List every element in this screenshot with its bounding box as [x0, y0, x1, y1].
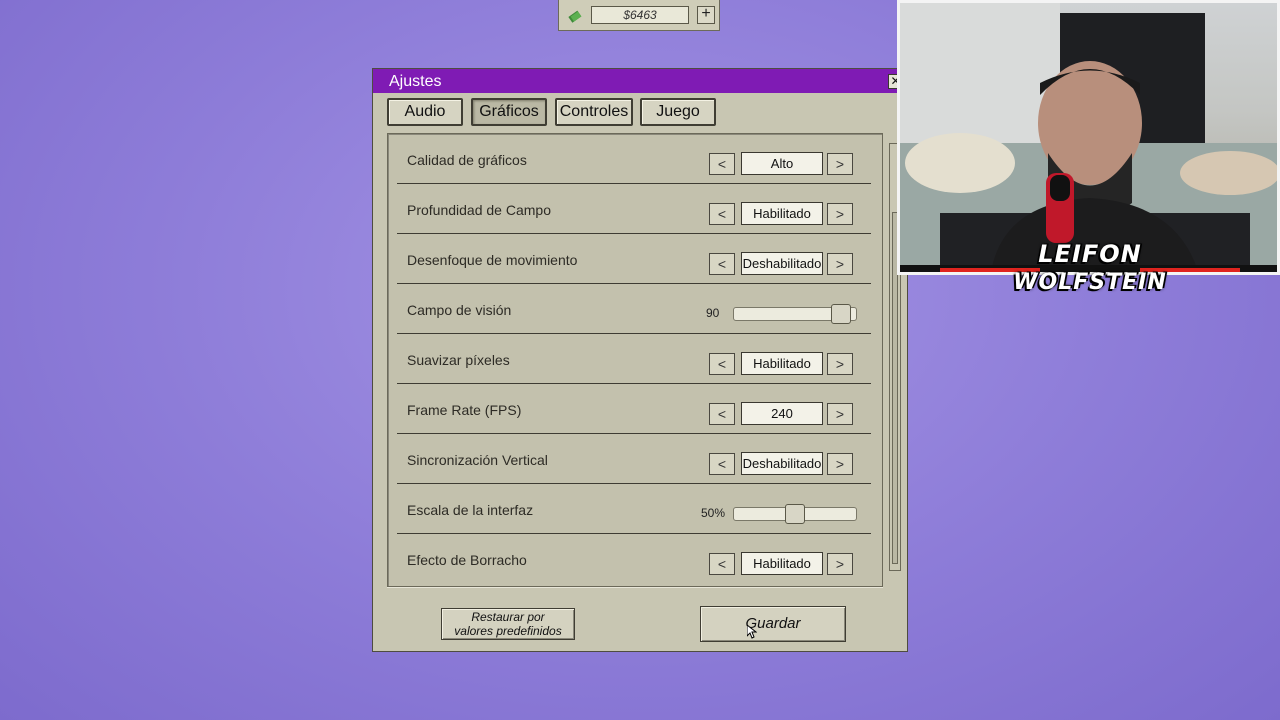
setting-row-escala-interfaz: Escala de la interfaz 50% — [397, 485, 871, 534]
prev-option-button[interactable]: < — [709, 403, 735, 425]
logo-text-bottom: WOLFSTEIN — [1013, 270, 1167, 295]
setting-value: Habilitado — [741, 352, 823, 375]
slider-handle[interactable] — [785, 504, 805, 524]
prev-option-button[interactable]: < — [709, 353, 735, 375]
setting-value: 240 — [741, 402, 823, 425]
row-divider — [397, 233, 871, 234]
window-title: Ajustes — [389, 73, 442, 90]
setting-label: Sincronización Vertical — [407, 452, 548, 468]
next-option-button[interactable]: > — [827, 553, 853, 575]
restore-defaults-button[interactable]: Restaurar por valores predefinidos — [441, 608, 575, 640]
prev-option-button[interactable]: < — [709, 553, 735, 575]
webcam-scene — [900, 3, 1277, 272]
prev-option-button[interactable]: < — [709, 453, 735, 475]
setting-row-efecto-borracho: Efecto de Borracho < Habilitado > — [397, 535, 871, 584]
fov-slider[interactable] — [733, 304, 857, 324]
logo-text-top: LEIFON — [1038, 240, 1142, 268]
row-divider — [397, 283, 871, 284]
setting-label: Escala de la interfaz — [407, 502, 534, 518]
prev-option-button[interactable]: < — [709, 203, 735, 225]
setting-row-calidad-graficos: Calidad de gráficos < Alto > — [397, 135, 871, 184]
setting-label: Efecto de Borracho — [407, 552, 527, 568]
webcam-feed — [897, 0, 1280, 275]
next-option-button[interactable]: > — [827, 203, 853, 225]
row-divider — [397, 333, 871, 334]
setting-label: Campo de visión — [407, 302, 512, 318]
setting-row-desenfoque-movimiento: Desenfoque de movimiento < Deshabilitado… — [397, 235, 871, 284]
streamer-logo: LEIFON WOLFSTEIN — [1010, 240, 1170, 310]
setting-label: Frame Rate (FPS) — [407, 402, 522, 418]
settings-window: Ajustes ✕ Audio Gráficos Controles Juego… — [372, 68, 908, 652]
setting-value: Habilitado — [741, 202, 823, 225]
next-option-button[interactable]: > — [827, 153, 853, 175]
slider-handle[interactable] — [831, 304, 851, 324]
setting-label: Profundidad de Campo — [407, 202, 551, 218]
tab-graficos[interactable]: Gráficos — [471, 98, 547, 126]
restore-defaults-line2: valores predefinidos — [454, 624, 562, 638]
cash-icon — [568, 10, 582, 23]
row-divider — [397, 433, 871, 434]
setting-row-frame-rate: Frame Rate (FPS) < 240 > — [397, 385, 871, 434]
setting-row-suavizar-pixeles: Suavizar píxeles < Habilitado > — [397, 335, 871, 384]
money-display: $6463 + — [558, 0, 720, 31]
setting-row-profundidad-campo: Profundidad de Campo < Habilitado > — [397, 185, 871, 234]
restore-defaults-line1: Restaurar por — [471, 610, 545, 624]
money-amount: $6463 — [591, 6, 689, 24]
tab-audio[interactable]: Audio — [387, 98, 463, 126]
setting-value: Alto — [741, 152, 823, 175]
row-divider — [397, 483, 871, 484]
setting-value: Deshabilitado — [741, 252, 823, 275]
next-option-button[interactable]: > — [827, 453, 853, 475]
row-divider — [397, 183, 871, 184]
add-money-button[interactable]: + — [697, 6, 715, 24]
slider-value: 50% — [701, 506, 726, 520]
tab-controles[interactable]: Controles — [555, 98, 633, 126]
setting-row-campo-vision: Campo de visión 90 — [397, 285, 871, 334]
next-option-button[interactable]: > — [827, 253, 853, 275]
prev-option-button[interactable]: < — [709, 253, 735, 275]
row-divider — [397, 533, 871, 534]
prev-option-button[interactable]: < — [709, 153, 735, 175]
setting-value: Deshabilitado — [741, 452, 823, 475]
next-option-button[interactable]: > — [827, 403, 853, 425]
tab-juego[interactable]: Juego — [640, 98, 716, 126]
setting-label: Suavizar píxeles — [407, 352, 510, 368]
setting-value: Habilitado — [741, 552, 823, 575]
mouse-cursor-icon — [747, 625, 757, 639]
setting-row-sincronizacion-vertical: Sincronización Vertical < Deshabilitado … — [397, 435, 871, 484]
row-divider — [397, 383, 871, 384]
next-option-button[interactable]: > — [827, 353, 853, 375]
slider-value: 90 — [706, 306, 720, 320]
ui-scale-slider[interactable] — [733, 504, 857, 524]
save-button[interactable]: Guardar — [700, 606, 846, 642]
window-titlebar[interactable]: Ajustes ✕ — [373, 69, 907, 93]
setting-label: Calidad de gráficos — [407, 152, 527, 168]
setting-label: Desenfoque de movimiento — [407, 252, 578, 268]
